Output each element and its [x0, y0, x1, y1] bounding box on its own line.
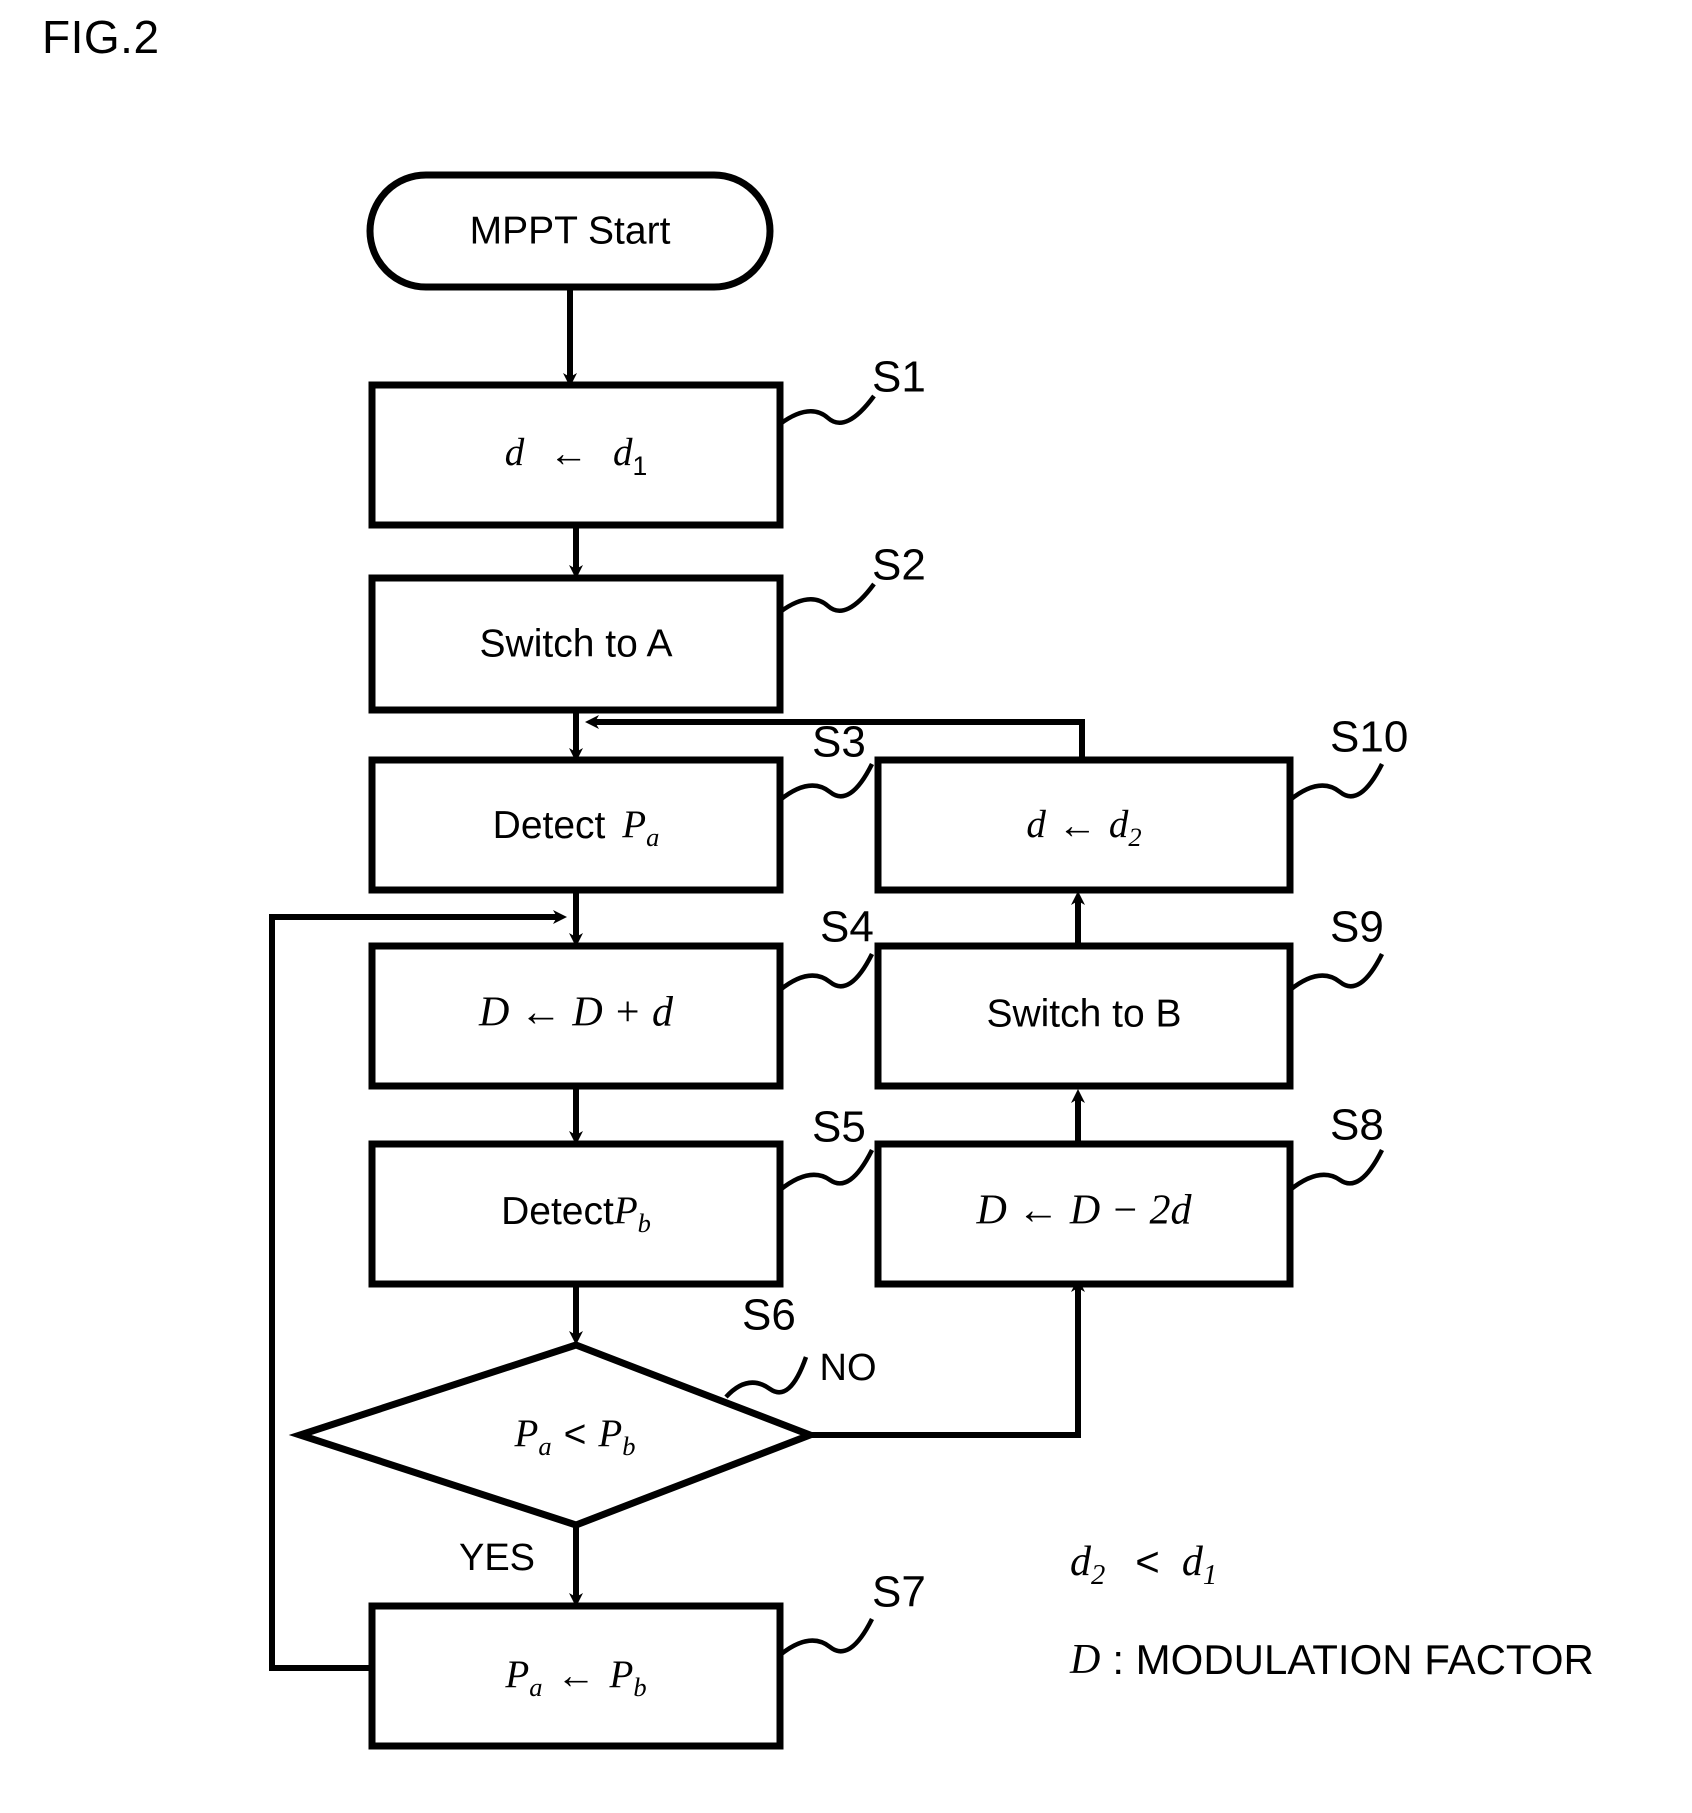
node-s6[interactable]: Pa < Pb: [288, 1341, 820, 1529]
s2-step-id: S2: [872, 541, 926, 590]
node-s9[interactable]: Switch to B: [874, 942, 1294, 1090]
s5-leader-line: [778, 1148, 875, 1192]
s1-text-main: d: [505, 431, 525, 474]
s9-leader-line: [1288, 952, 1385, 992]
node-s4[interactable]: D ← D + d: [368, 942, 784, 1090]
s6-leader-line: [724, 1356, 809, 1399]
s7-step-id: S7: [872, 1568, 926, 1617]
s7-text-left-sub: a: [529, 1672, 542, 1702]
node-s2[interactable]: Switch to A: [368, 574, 784, 714]
legend-line-1: d2 < d1: [1070, 1538, 1217, 1590]
s3-leader-line: [778, 762, 875, 802]
s10-step-id: S10: [1330, 713, 1408, 762]
s7-leader-line: [778, 1617, 875, 1657]
s5-text-sub: b: [638, 1208, 651, 1238]
legend: d2 < d1 D: MODULATION FACTOR: [1069, 1538, 1594, 1683]
s10-label: d ← d2: [1026, 803, 1141, 852]
s9-step-id: S9: [1330, 903, 1384, 952]
node-s7[interactable]: Pa ← Pb: [368, 1602, 784, 1750]
s3-label: Detect Pa: [493, 803, 660, 852]
s9-label: Switch to B: [986, 992, 1181, 1035]
s7-text-left: P: [504, 1653, 529, 1696]
s6-text-op: <: [564, 1413, 587, 1456]
legend-symbol-D: D: [1069, 1637, 1100, 1683]
figure-canvas: FIG.2 MPPT Start d ← d1 S1 Switch to A S…: [0, 0, 1692, 1813]
s6-text-right-sub: b: [622, 1431, 635, 1461]
s8-label: D ← D − 2d: [975, 1188, 1192, 1234]
start-label: MPPT Start: [470, 209, 671, 252]
s10-text-operand: d: [1109, 803, 1129, 846]
s1-text-operand: d: [613, 431, 633, 474]
s5-text-operand: P: [613, 1189, 638, 1232]
legend-d1: d: [1182, 1539, 1204, 1585]
s10-leader-line: [1288, 762, 1385, 802]
s5-label: DetectPb: [501, 1189, 651, 1238]
legend-op: <: [1135, 1538, 1160, 1585]
s10-text-sub: 2: [1128, 822, 1141, 852]
s6-text-left-sub: a: [538, 1431, 551, 1461]
legend-d1-sub: 1: [1203, 1560, 1217, 1591]
s5-step-id: S5: [812, 1103, 866, 1152]
s10-text-main: d: [1026, 803, 1046, 846]
s4-label: D ← D + d: [478, 990, 674, 1036]
legend-line-2: D : MODULATION FACTOR: [1069, 1636, 1594, 1683]
s6-step-id: S6: [742, 1291, 796, 1340]
s6-text-right: P: [597, 1412, 622, 1455]
s2-leader-line: [778, 582, 876, 614]
s4-leader-line: [778, 952, 875, 992]
s4-step-id: S4: [820, 903, 874, 952]
s8-leader-line: [1288, 1148, 1385, 1192]
legend-d2-sub: 2: [1091, 1560, 1105, 1591]
node-start[interactable]: MPPT Start: [366, 171, 774, 291]
s1-step-id: S1: [872, 353, 926, 402]
s8-step-id: S8: [1330, 1101, 1384, 1150]
s6-text-left: P: [514, 1412, 539, 1455]
legend-description: : MODULATION FACTOR: [1112, 1636, 1593, 1683]
flowchart-svg: MPPT Start d ← d1 S1 Switch to A S2 Dete…: [269, 171, 1594, 1750]
s7-label: Pa ← Pb: [504, 1653, 646, 1702]
node-s1[interactable]: d ← d1: [368, 381, 784, 529]
s3-text-sub: a: [646, 822, 659, 852]
node-s10[interactable]: d ← d2: [874, 756, 1294, 894]
s6-shape: [288, 1341, 820, 1529]
branch-label-no: NO: [820, 1347, 877, 1389]
node-s5[interactable]: DetectPb: [368, 1140, 784, 1288]
s1-text-arrow: ←: [549, 432, 588, 475]
branch-label-yes: YES: [459, 1537, 535, 1579]
s1-text-sub: 1: [632, 451, 647, 481]
node-s3[interactable]: Detect Pa: [368, 756, 784, 894]
node-s8[interactable]: D ← D − 2d: [874, 1140, 1294, 1288]
s1-leader-line: [778, 394, 876, 426]
s2-label: Switch to A: [480, 622, 673, 665]
s7-text-right: P: [609, 1653, 634, 1696]
s10-text-arrow: ←: [1058, 804, 1097, 847]
s7-text-right-sub: b: [633, 1672, 646, 1702]
s3-text-operand: P: [621, 803, 646, 846]
legend-d2: d: [1070, 1539, 1092, 1585]
s6-label: Pa < Pb: [514, 1412, 636, 1461]
s5-text-main: Detect: [501, 1190, 614, 1233]
s3-text-main: Detect: [493, 804, 617, 847]
s7-text-arrow: ←: [557, 1654, 596, 1697]
